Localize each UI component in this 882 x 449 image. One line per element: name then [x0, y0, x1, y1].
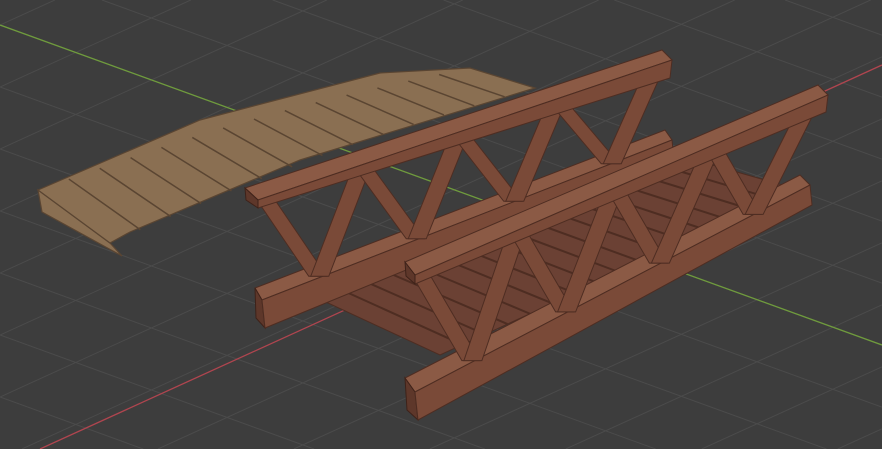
grid-line: [0, 334, 315, 449]
viewport-canvas[interactable]: [0, 0, 882, 449]
grid-line: [837, 428, 882, 449]
grid-line: [565, 304, 882, 449]
3d-viewport[interactable]: [0, 0, 882, 449]
grid-line: [784, 0, 882, 36]
grid-line: [0, 0, 191, 88]
grid-line: [0, 0, 56, 26]
grid-line: [0, 396, 144, 449]
